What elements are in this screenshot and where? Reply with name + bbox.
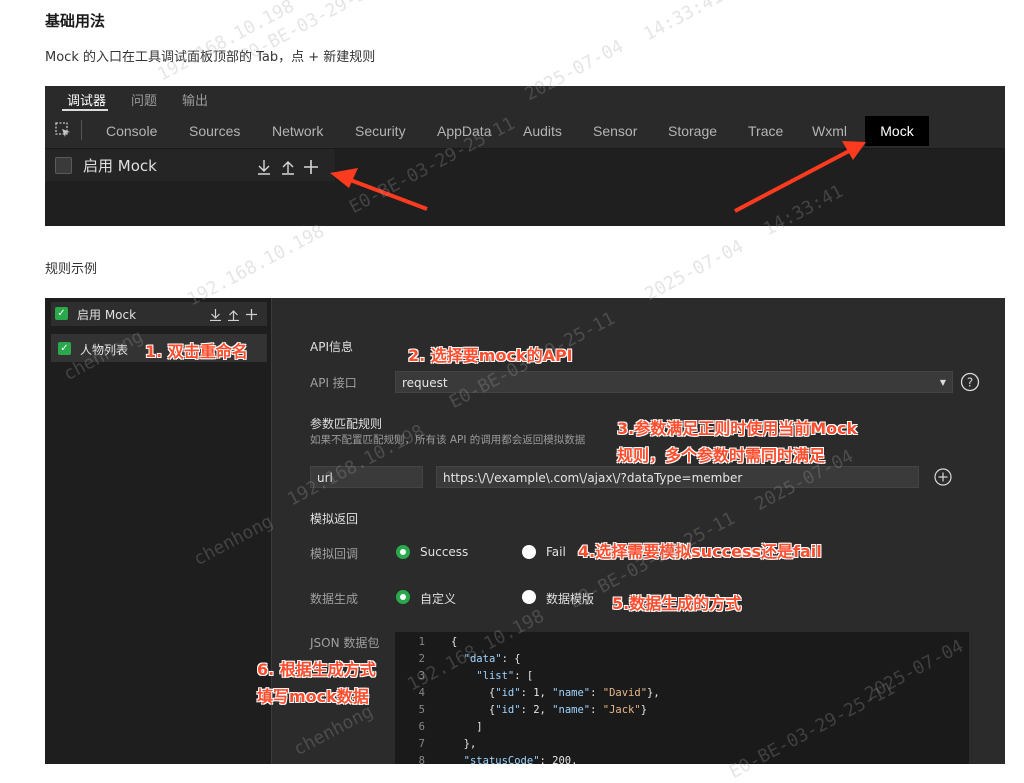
template-label[interactable]: 数据模版 — [546, 590, 594, 607]
annotation-fill-data-1: 6. 根据生成方式 — [257, 660, 376, 679]
help-icon[interactable]: ? — [960, 372, 980, 392]
json-label: JSON 数据包 — [310, 636, 380, 650]
annotation-param-rule-2: 规则，多个参数时需同时满足 — [617, 446, 826, 465]
annotation-fill-data-2: 填写mock数据 — [257, 687, 369, 706]
fail-radio[interactable] — [522, 545, 536, 559]
api-select[interactable]: request ▼ — [395, 371, 953, 393]
rule-sidebar: ✓ 启用 Mock ✓ 人物列表 — [45, 298, 272, 764]
line-numbers: 1 2 3 4 5 6 7 8 — [395, 634, 425, 770]
annotation-rename: 1. 双击重命名 — [145, 342, 248, 361]
success-radio-dot — [400, 549, 406, 555]
watermark: 2025-07-04 — [641, 235, 747, 306]
data-gen-label: 数据生成 — [310, 592, 359, 606]
param-rule-title: 参数匹配规则 — [310, 417, 383, 431]
annotation-arrows-top — [330, 141, 866, 213]
line-number: 8 — [418, 755, 425, 767]
param-value-input[interactable]: https:\/\/example\.com\/ajax\/?dataType=… — [436, 466, 919, 488]
annotation-param-rule-1: 3.参数满足正则时使用当前Mock — [617, 419, 858, 438]
param-key-input[interactable]: url — [310, 466, 423, 488]
mock-rule-panel: ✓ 启用 Mock ✓ 人物列表 API信息 API 接口 request ▼ … — [45, 298, 1005, 767]
custom-label[interactable]: 自定义 — [420, 590, 456, 607]
example-label: 规则示例 — [45, 262, 98, 277]
api-label: API 接口 — [310, 376, 357, 390]
line-number: 1 — [418, 636, 425, 648]
custom-radio[interactable] — [396, 590, 410, 604]
add-rule-icon-2[interactable] — [245, 308, 258, 321]
rule-name[interactable]: 人物列表 — [80, 341, 128, 358]
param-rule-desc: 如果不配置匹配规则，所有该 API 的调用都会返回模拟数据 — [310, 434, 586, 446]
line-number: 6 — [418, 721, 425, 733]
line-number: 2 — [418, 653, 425, 665]
import-icon-2[interactable] — [209, 308, 222, 321]
line-number: 3 — [418, 670, 425, 682]
api-section-title: API信息 — [310, 340, 353, 354]
sidebar-header: ✓ 启用 Mock — [51, 302, 267, 326]
api-select-value: request — [402, 376, 448, 390]
mock-return-title: 模拟返回 — [310, 512, 359, 526]
success-label[interactable]: Success — [420, 545, 468, 559]
fail-label[interactable]: Fail — [546, 545, 566, 559]
annotation-success-fail: 4.选择需要模拟success还是fail — [578, 542, 822, 561]
json-code: { "data": { "list": [ {"id": 1, "name": … — [451, 636, 660, 767]
callback-label: 模拟回调 — [310, 547, 359, 561]
add-param-icon[interactable] — [933, 467, 953, 487]
line-number: 7 — [418, 738, 425, 750]
enable-mock-checkbox-on[interactable]: ✓ — [55, 307, 68, 320]
custom-radio-dot — [400, 594, 406, 600]
enable-mock-label-2: 启用 Mock — [77, 308, 137, 322]
annotation-select-api: 2. 选择要mock的API — [408, 346, 573, 365]
line-number: 4 — [418, 687, 425, 699]
json-editor[interactable]: 1 2 3 4 5 6 7 8 { "data": { "list": [ {"… — [395, 632, 969, 767]
select-caret-icon: ▼ — [939, 378, 946, 387]
annotation-data-gen: 5.数据生成的方式 — [612, 594, 742, 613]
line-number: 5 — [418, 704, 425, 716]
success-radio[interactable] — [396, 545, 410, 559]
rule-checkbox[interactable]: ✓ — [58, 342, 71, 355]
export-icon-2[interactable] — [227, 308, 240, 321]
template-radio[interactable] — [522, 590, 536, 604]
svg-text:?: ? — [967, 376, 973, 390]
